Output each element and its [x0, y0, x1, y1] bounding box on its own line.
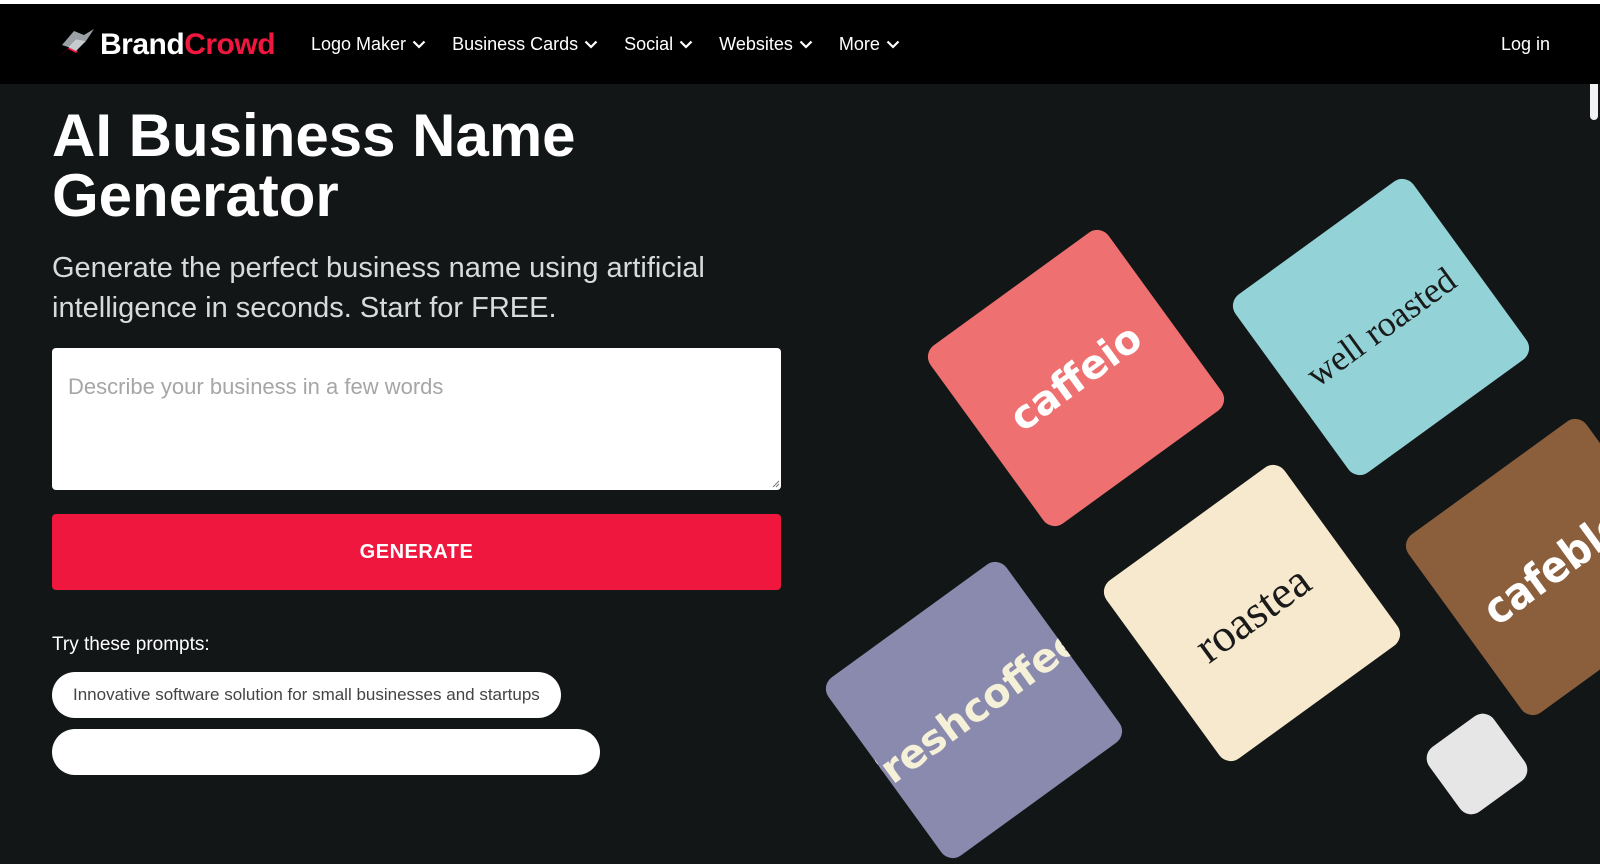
- brand-wordmark-part2: Crowd: [184, 28, 276, 61]
- nav-item-label: Logo Maker: [311, 34, 407, 54]
- name-example-card: [1421, 708, 1533, 820]
- top-navbar: BrandCrowd Logo Maker Business Cards Soc…: [0, 4, 1600, 84]
- name-example-card: cafeble: [1400, 413, 1600, 721]
- nav-item-label: Websites: [719, 34, 793, 54]
- prompt-chip[interactable]: Innovative software solution for small b…: [52, 672, 561, 718]
- nav-item-label: Business Cards: [452, 34, 579, 54]
- brand-wordmark-part1: Brand: [100, 28, 185, 61]
- nav-item-label: More: [838, 34, 880, 54]
- chevron-down-icon: [679, 40, 693, 49]
- name-example-card: caffeio: [922, 224, 1230, 532]
- business-description-input[interactable]: [52, 348, 781, 490]
- nav-item-label: Social: [624, 34, 674, 54]
- card-name: roastea: [1184, 554, 1320, 672]
- card-name: caffeio: [1001, 314, 1151, 442]
- page-subtitle: Generate the perfect business name using…: [52, 252, 705, 324]
- page-title: AI Business Name Generator: [52, 102, 576, 229]
- chevron-down-icon: [886, 40, 900, 49]
- chevron-down-icon: [799, 40, 813, 49]
- brand-wordmark: BrandCrowd: [100, 28, 276, 62]
- nav-websites[interactable]: Websites: [719, 34, 813, 55]
- brandcrowd-logo-icon: [56, 29, 94, 59]
- name-example-card: well roasted: [1227, 173, 1535, 481]
- main-nav: Logo Maker Business Cards Social Website…: [311, 34, 926, 55]
- card-name: freshcoffee: [857, 616, 1091, 804]
- nav-more[interactable]: More: [839, 34, 900, 55]
- resize-handle-icon[interactable]: [770, 478, 780, 488]
- card-name: cafeble: [1473, 498, 1600, 636]
- prompt-chip[interactable]: [52, 729, 600, 775]
- card-name: well roasted: [1298, 259, 1464, 395]
- nav-social[interactable]: Social: [624, 34, 693, 55]
- name-example-card: roastea: [1098, 459, 1406, 767]
- prompts-label: Try these prompts:: [52, 634, 210, 655]
- chevron-down-icon: [584, 40, 598, 49]
- login-link[interactable]: Log in: [1501, 34, 1550, 55]
- scrollbar-thumb[interactable]: [1590, 84, 1598, 120]
- brand-logo[interactable]: BrandCrowd: [54, 26, 276, 64]
- nav-business-cards[interactable]: Business Cards: [452, 34, 598, 55]
- chevron-down-icon: [412, 40, 426, 49]
- generate-button[interactable]: GENERATE: [52, 514, 781, 590]
- nav-logo-maker[interactable]: Logo Maker: [311, 34, 426, 55]
- name-example-card: freshcoffee: [820, 556, 1128, 864]
